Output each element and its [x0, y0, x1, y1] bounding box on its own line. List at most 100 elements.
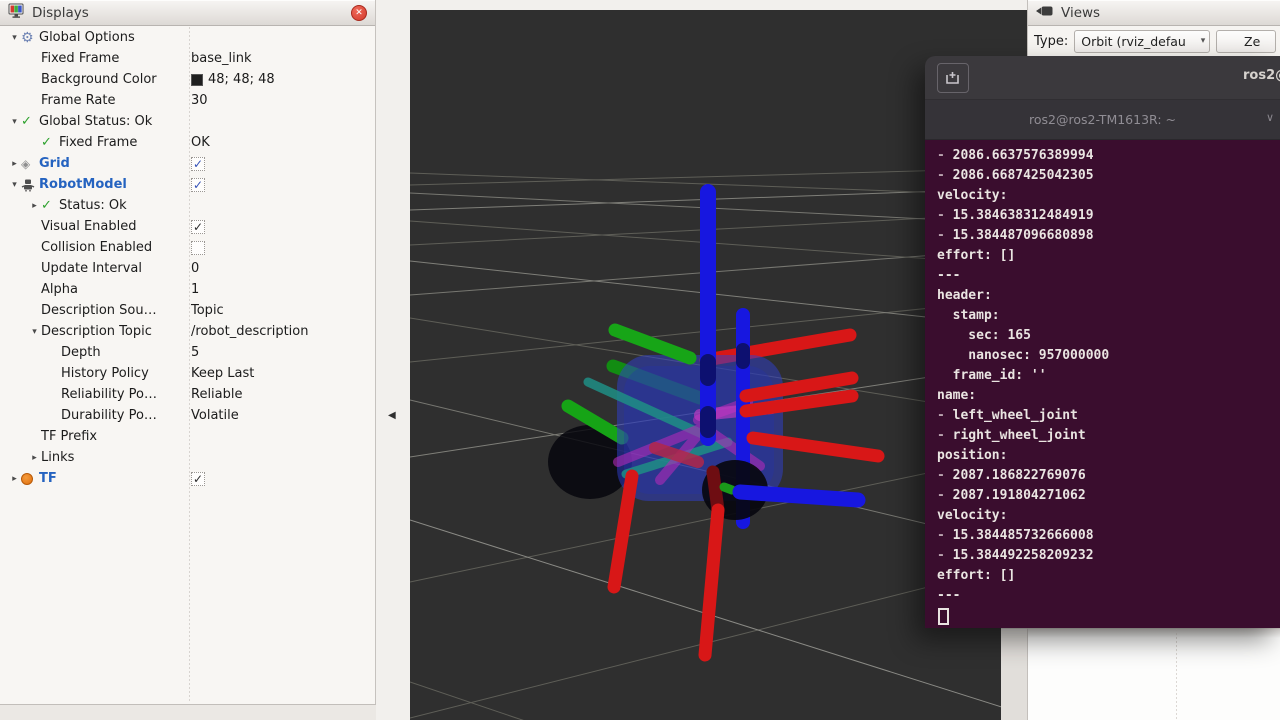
property-value[interactable]: ✓: [191, 174, 205, 195]
zero-button[interactable]: Ze: [1216, 30, 1276, 53]
property-label: Visual Enabled: [41, 219, 136, 234]
terminal-line: header:: [937, 286, 1280, 306]
property-value[interactable]: Topic: [191, 300, 224, 321]
display-property-row[interactable]: Collision Enabled: [0, 237, 375, 258]
value-text: 1: [191, 282, 199, 297]
views-titlebar[interactable]: Views: [1028, 0, 1280, 26]
terminal-content[interactable]: - 2086.6637576389994- 2086.6687425042305…: [925, 140, 1280, 628]
grid-icon: ◈: [21, 157, 39, 171]
property-value[interactable]: 48; 48; 48: [191, 69, 275, 90]
property-value[interactable]: Reliable: [191, 384, 243, 405]
checkbox-unchecked[interactable]: [191, 241, 205, 255]
display-property-row[interactable]: Update Interval0: [0, 258, 375, 279]
new-tab-button[interactable]: [937, 63, 969, 93]
display-property-row[interactable]: ✓Fixed Frame OK: [0, 132, 375, 153]
property-value[interactable]: OK: [191, 132, 210, 153]
gear-icon: ⚙: [21, 30, 39, 46]
property-value[interactable]: 30: [191, 90, 208, 111]
property-value[interactable]: ✓: [191, 153, 205, 174]
terminal-tabbar[interactable]: ros2@ros2-TM1613R: ~ ∨: [925, 100, 1280, 140]
terminal-line: - 2086.6637576389994: [937, 146, 1280, 166]
close-icon[interactable]: ✕: [351, 5, 367, 21]
display-property-row[interactable]: ▸TF✓: [0, 468, 375, 489]
display-property-row[interactable]: ▾✓Global Status: Ok: [0, 111, 375, 132]
display-property-row[interactable]: Alpha 1: [0, 279, 375, 300]
property-label: Depth: [61, 345, 101, 360]
value-text: Reliable: [191, 387, 243, 402]
terminal-line: sec: 165: [937, 326, 1280, 346]
property-label: Alpha: [41, 282, 78, 297]
expander-open-icon[interactable]: ▾: [8, 180, 21, 190]
property-value[interactable]: ✓: [191, 216, 205, 237]
terminal-line: nanosec: 957000000: [937, 346, 1280, 366]
toolbar-strip: [410, 0, 1027, 10]
tf-icon: [21, 473, 39, 485]
property-value[interactable]: 1: [191, 279, 199, 300]
check-icon: ✓: [41, 135, 59, 150]
expander-open-icon[interactable]: ▾: [8, 117, 21, 127]
collapse-panel-icon[interactable]: ◀: [388, 410, 396, 421]
display-property-row[interactable]: TF Prefix: [0, 426, 375, 447]
expander-open-icon[interactable]: ▾: [8, 33, 21, 43]
display-property-row[interactable]: ▾Description Topic/robot_description: [0, 321, 375, 342]
terminal-line: - 15.384492258209232: [937, 546, 1280, 566]
display-property-row[interactable]: Frame Rate30: [0, 90, 375, 111]
tf-axis-x: [614, 476, 632, 587]
display-property-row[interactable]: Durability Po… Volatile: [0, 405, 375, 426]
property-value[interactable]: 0: [191, 258, 199, 279]
value-text: Topic: [191, 303, 224, 318]
terminal-line: - left_wheel_joint: [937, 406, 1280, 426]
display-property-row[interactable]: Background Color48; 48; 48: [0, 69, 375, 90]
display-property-row[interactable]: ▾⚙Global Options: [0, 27, 375, 48]
expander-closed-icon[interactable]: ▸: [8, 474, 21, 484]
value-text: base_link: [191, 51, 251, 66]
views-list-area[interactable]: [1028, 628, 1280, 720]
chevron-down-icon[interactable]: ∨: [1266, 111, 1274, 124]
property-value[interactable]: [191, 237, 205, 258]
property-value[interactable]: Keep Last: [191, 363, 254, 384]
check-icon: ✓: [41, 198, 59, 213]
displays-property-tree: ▾⚙Global OptionsFixed Framebase_linkBack…: [0, 27, 375, 489]
property-label: Fixed Frame: [59, 135, 137, 150]
panel-splitter[interactable]: ◀: [376, 0, 410, 720]
terminal-tab-title[interactable]: ros2@ros2-TM1613R: ~: [1029, 112, 1176, 127]
property-value[interactable]: Volatile: [191, 405, 239, 426]
checkbox-checked[interactable]: ✓: [191, 220, 205, 234]
property-value[interactable]: /robot_description: [191, 321, 308, 342]
green-stub: [724, 487, 732, 490]
property-value[interactable]: base_link: [191, 48, 251, 69]
displays-panel: Displays ✕ ▾⚙Global OptionsFixed Frameba…: [0, 0, 376, 720]
view-type-dropdown[interactable]: Orbit (rviz_defau ▾: [1074, 30, 1210, 53]
display-property-row[interactable]: History PolicyKeep Last: [0, 363, 375, 384]
display-property-row[interactable]: Fixed Framebase_link: [0, 48, 375, 69]
display-property-row[interactable]: ▾RobotModel✓: [0, 174, 375, 195]
display-property-row[interactable]: Visual Enabled ✓: [0, 216, 375, 237]
property-value[interactable]: 5: [191, 342, 199, 363]
displays-titlebar[interactable]: Displays ✕: [0, 0, 375, 26]
terminal-line: - 2086.6687425042305: [937, 166, 1280, 186]
terminal-line: ---: [937, 266, 1280, 286]
terminal-line: velocity:: [937, 506, 1280, 526]
display-property-row[interactable]: Description Sou… Topic: [0, 300, 375, 321]
display-property-row[interactable]: ▸✓Status: Ok: [0, 195, 375, 216]
expander-closed-icon[interactable]: ▸: [28, 201, 41, 211]
display-property-row[interactable]: ▸◈Grid✓: [0, 153, 375, 174]
property-label: Global Status: Ok: [39, 114, 152, 129]
display-property-row[interactable]: Reliability Po…Reliable: [0, 384, 375, 405]
display-property-row[interactable]: Depth 5: [0, 342, 375, 363]
property-value[interactable]: ✓: [191, 468, 205, 489]
checkbox-checked[interactable]: ✓: [191, 157, 205, 171]
terminal-headerbar[interactable]: ros2@: [925, 56, 1280, 100]
checkbox-checked[interactable]: ✓: [191, 178, 205, 192]
property-label: Description Sou…: [41, 303, 157, 318]
expander-closed-icon[interactable]: ▸: [28, 453, 41, 463]
display-property-row[interactable]: ▸Links: [0, 447, 375, 468]
expander-closed-icon[interactable]: ▸: [8, 159, 21, 169]
view-type-value: Orbit (rviz_defau: [1081, 34, 1186, 49]
displays-icon: [8, 3, 25, 23]
property-label: Durability Po…: [61, 408, 157, 423]
views-scrollbar-strip[interactable]: [1001, 628, 1027, 720]
checkbox-checked[interactable]: ✓: [191, 472, 205, 486]
tf-axis-x-blue: [740, 492, 858, 500]
expander-open-icon[interactable]: ▾: [28, 327, 41, 337]
